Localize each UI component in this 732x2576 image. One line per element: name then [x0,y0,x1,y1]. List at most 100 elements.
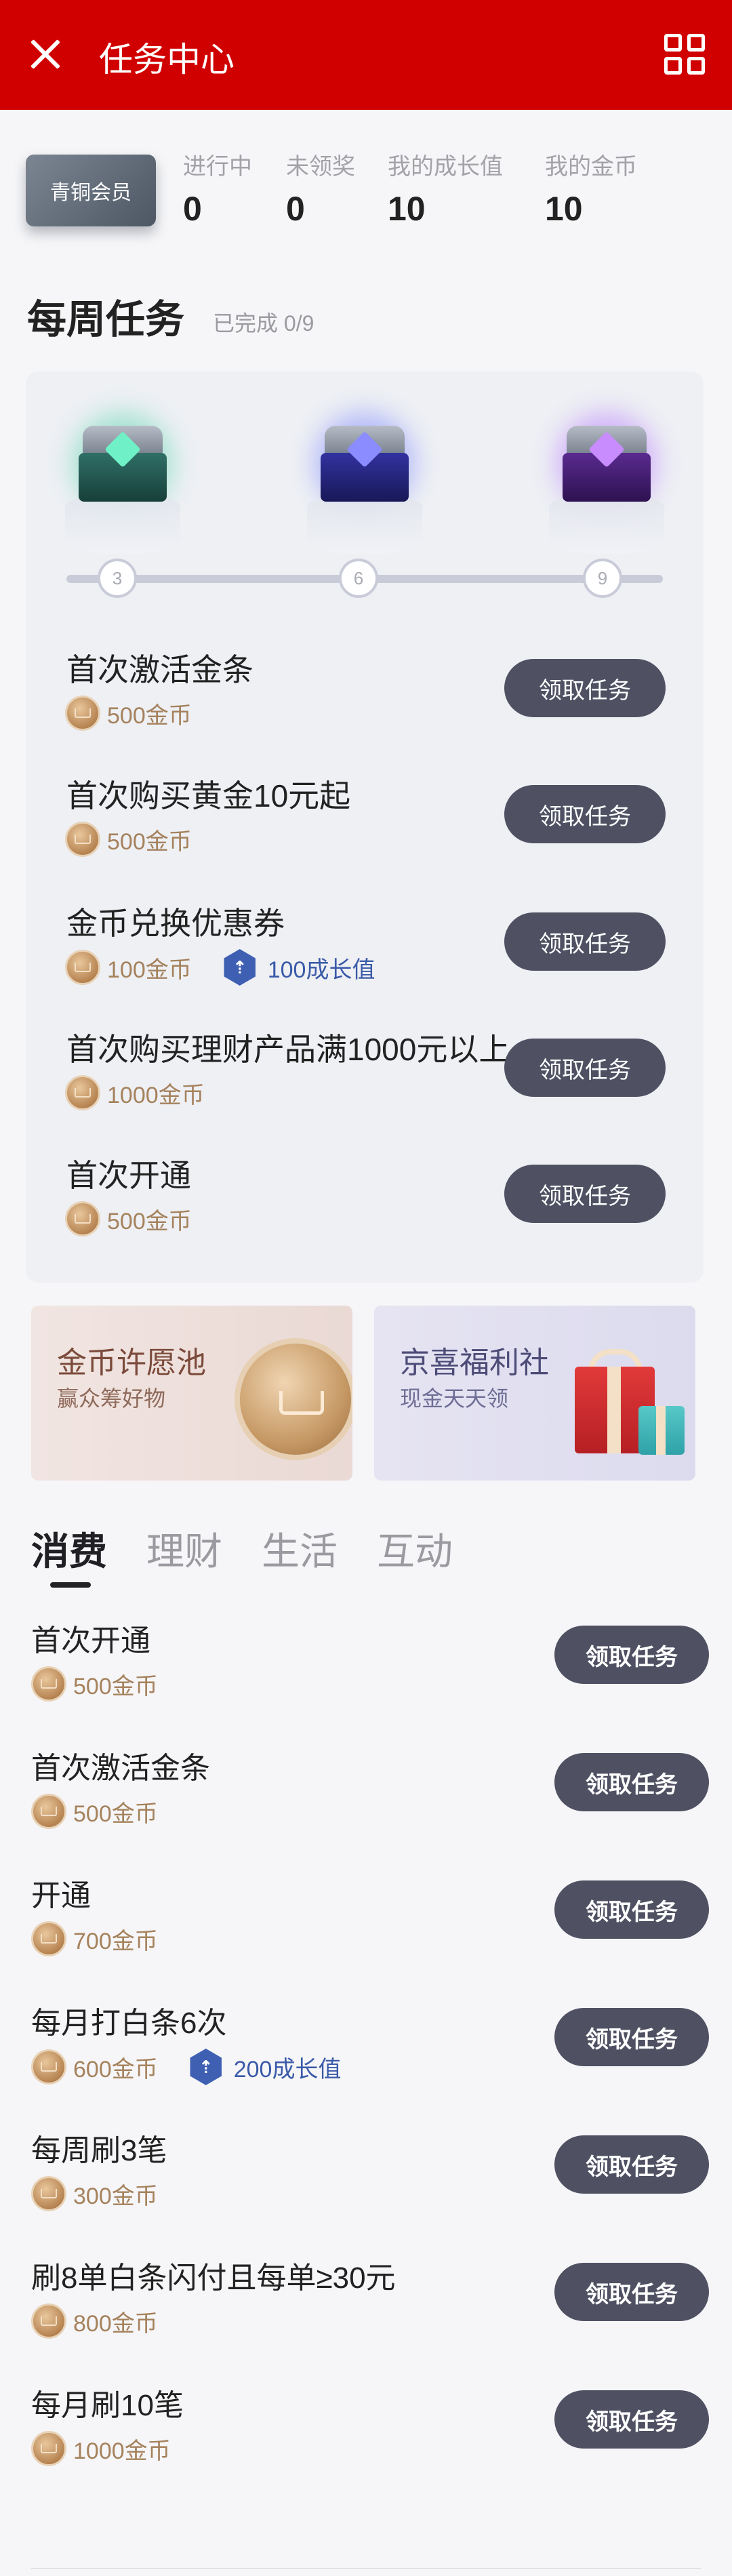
list-item: 首次开通 500金币 领取任务 [0,1616,732,1731]
coin-icon [31,1794,66,1829]
list-item: 每月打白条6次 600金币 ⇡ 200成长值 领取任务 [0,1998,732,2114]
stat-value: 10 [388,190,426,228]
task-name: 每月刷10笔 [31,2389,184,2422]
task-rewards: 500金币 [31,1794,158,1829]
coin-icon [31,1666,66,1702]
category-tabs: 消费 理财 生活 互动 [31,1521,453,1576]
header-bar: 任务中心 [0,0,732,110]
task-rewards: 1000金币 [65,1075,205,1110]
task-name: 金币兑换优惠券 [66,906,285,941]
claim-task-button[interactable]: 领取任务 [554,2390,709,2449]
member-level-badge[interactable]: 青铜会员 [26,155,156,226]
stat-label: 我的成长值 [388,154,503,180]
task-rewards: 700金币 [31,1921,158,1956]
treasure-chest-icon[interactable] [549,412,664,555]
claim-task-button[interactable]: 领取任务 [554,1880,709,1939]
coin-icon [31,2176,66,2211]
coin-reward: 800金币 [73,2310,158,2337]
task-rewards: 500金币 [31,1666,158,1702]
weekly-task-item: 首次购买理财产品满1000元以上 1000金币 领取任务 [26,1025,704,1127]
claim-task-button[interactable]: 领取任务 [554,2008,709,2066]
tab-interaction[interactable]: 互动 [377,1521,453,1576]
task-rewards: 500金币 [65,1201,192,1236]
task-name: 首次开通 [31,1624,150,1657]
stats-bar: 青铜会员 进行中 0 未领奖 0 我的成长值 10 我的金币 10 [0,110,732,266]
list-item: 每月刷10笔 1000金币 领取任务 [0,2381,732,2496]
wish-pool-card[interactable]: 金币许愿池 赢众筹好物 [31,1306,352,1481]
list-item: 每周刷3笔 300金币 领取任务 [0,2126,732,2241]
coin-reward: 500金币 [107,702,192,729]
task-rewards: 300金币 [31,2176,158,2211]
treasure-chest-icon[interactable] [65,412,180,555]
task-name: 首次开通 [66,1158,191,1193]
page-title: 任务中心 [99,41,235,79]
claim-task-button[interactable]: 领取任务 [504,912,666,971]
claim-task-button[interactable]: 领取任务 [504,659,666,717]
claim-task-button[interactable]: 领取任务 [504,1165,666,1223]
claim-task-button[interactable]: 领取任务 [554,2135,709,2194]
task-name: 首次购买理财产品满1000元以上 [66,1032,510,1067]
claim-task-button[interactable]: 领取任务 [504,785,666,843]
treasure-chest-icon[interactable] [307,412,422,555]
tab-life[interactable]: 生活 [262,1521,338,1576]
task-rewards: 500金币 [65,822,192,857]
claim-task-button[interactable]: 领取任务 [504,1039,666,1097]
divider [31,2568,701,2569]
coin-icon [65,822,100,857]
gold-coin-icon [235,1338,352,1460]
gift-box-icon [638,1406,685,1455]
tab-finance[interactable]: 理财 [146,1521,222,1576]
stat-label: 未领奖 [286,154,355,180]
claim-task-button[interactable]: 领取任务 [554,2263,709,2321]
coin-icon [31,2303,66,2339]
task-rewards: 1000金币 [31,2431,171,2466]
coin-reward: 500金币 [73,1673,158,1699]
stat-growth[interactable]: 我的成长值 10 [388,148,503,228]
weekly-task-item: 首次激活金条 500金币 领取任务 [26,645,704,747]
milestone-marker: 3 [98,559,137,598]
stat-label: 我的金币 [545,154,637,180]
coin-reward: 500金币 [73,1800,158,1827]
coin-reward: 100金币 [107,957,192,983]
coin-reward: 1000金币 [107,1082,205,1108]
task-rewards: 500金币 [65,696,192,731]
task-rewards: 100金币 ⇡ 100成长值 [65,949,375,986]
promo-subtitle: 现金天天领 [400,1386,509,1411]
list-item: 刷8单白条闪付且每单≥30元 800金币 领取任务 [0,2253,732,2369]
task-rewards: 600金币 ⇡ 200成长值 [31,2049,341,2085]
coin-reward: 700金币 [73,1928,158,1954]
milestone-marker: 6 [339,559,378,598]
stat-in-progress[interactable]: 进行中 0 [183,148,252,228]
claim-task-button[interactable]: 领取任务 [554,1626,709,1684]
stat-label: 进行中 [183,154,252,180]
stat-value: 0 [183,190,202,228]
task-name: 首次购买黄金10元起 [66,778,351,813]
coin-icon [65,696,100,731]
coin-reward: 500金币 [107,828,192,855]
coin-icon [65,1075,100,1110]
task-name: 开通 [31,1879,91,1912]
milestone-marker: 9 [583,559,622,598]
tab-consumption[interactable]: 消费 [31,1521,107,1576]
promo-title: 金币许愿池 [57,1346,206,1380]
growth-reward: 100成长值 [267,957,375,983]
stat-value: 10 [545,190,583,228]
weekly-task-card: 3 6 9 首次激活金条 500金币 领取任务 首次购买黄金10元起 500金币… [26,371,704,1283]
stat-coins[interactable]: 我的金币 10 [545,148,637,228]
grid-icon[interactable] [664,34,705,75]
welfare-club-card[interactable]: 京喜福利社 现金天天领 [374,1306,695,1481]
weekly-title: 每周任务 [27,298,185,342]
growth-icon: ⇡ [190,2049,222,2085]
stat-unclaimed[interactable]: 未领奖 0 [286,148,355,228]
coin-icon [31,2431,66,2466]
promo-title: 京喜福利社 [400,1346,549,1380]
task-name: 每月打白条6次 [31,2007,227,2040]
weekly-task-item: 首次购买黄金10元起 500金币 领取任务 [26,771,704,873]
coin-icon [31,2049,66,2085]
list-item: 开通 700金币 领取任务 [0,1871,732,1986]
close-icon[interactable] [26,35,64,73]
promo-subtitle: 赢众筹好物 [57,1386,166,1411]
coin-reward: 1000金币 [73,2438,171,2464]
coin-icon [65,1201,100,1236]
claim-task-button[interactable]: 领取任务 [554,1753,709,1811]
